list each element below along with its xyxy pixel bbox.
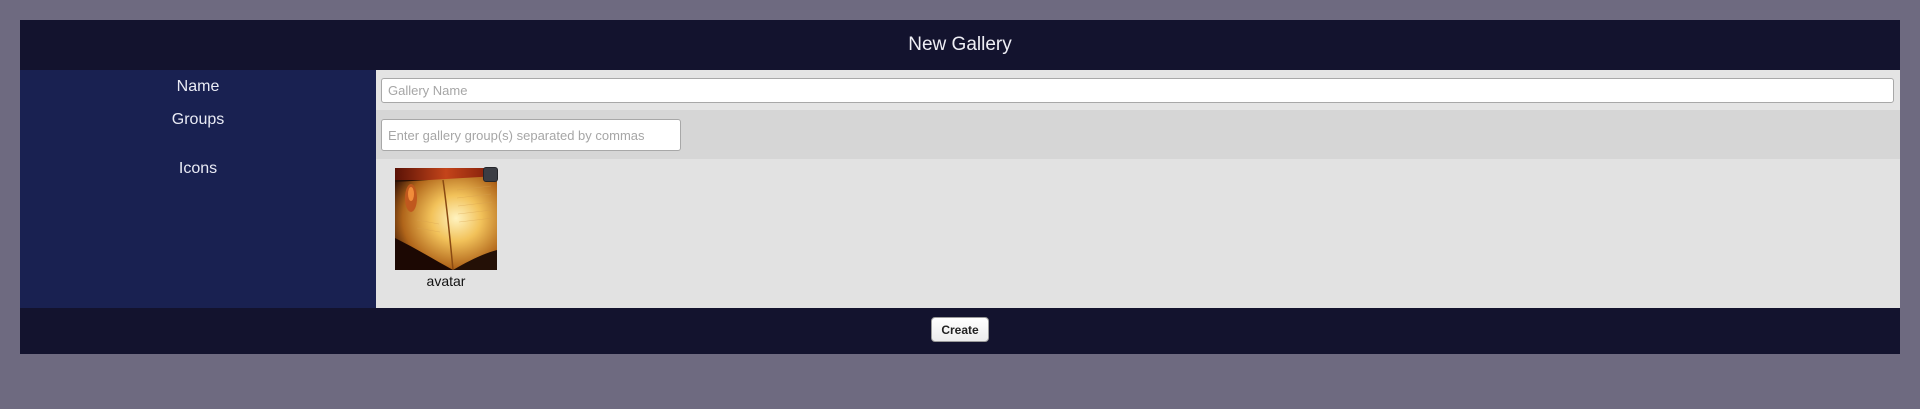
icons-label: Icons (178, 160, 218, 177)
avatar-caption: avatar (426, 273, 466, 289)
groups-row (376, 110, 1900, 159)
name-row (376, 70, 1900, 110)
gallery-groups-input[interactable] (381, 119, 681, 151)
gallery-name-input[interactable] (381, 78, 1894, 103)
avatar-thumbnail[interactable] (395, 168, 497, 270)
new-gallery-dialog: New Gallery Name Groups Icons Gallery Na… (20, 20, 1900, 354)
icons-row: avatar (376, 159, 1900, 308)
dialog-body: Name Groups Icons Gallery Name Enter gal… (20, 70, 1900, 308)
open-book-image (395, 168, 497, 270)
groups-label: Groups (171, 111, 225, 128)
field-column: avatar (376, 70, 1900, 308)
create-button[interactable]: Create (931, 317, 989, 342)
label-column: Name Groups Icons (20, 70, 376, 308)
name-label: Name (176, 78, 220, 95)
dialog-header: New Gallery (20, 20, 1900, 70)
icon-tile-avatar[interactable]: avatar (395, 167, 498, 296)
dialog-title: New Gallery (908, 34, 1012, 55)
avatar-select-checkbox[interactable] (483, 167, 498, 182)
dialog-footer: Create (20, 308, 1900, 354)
